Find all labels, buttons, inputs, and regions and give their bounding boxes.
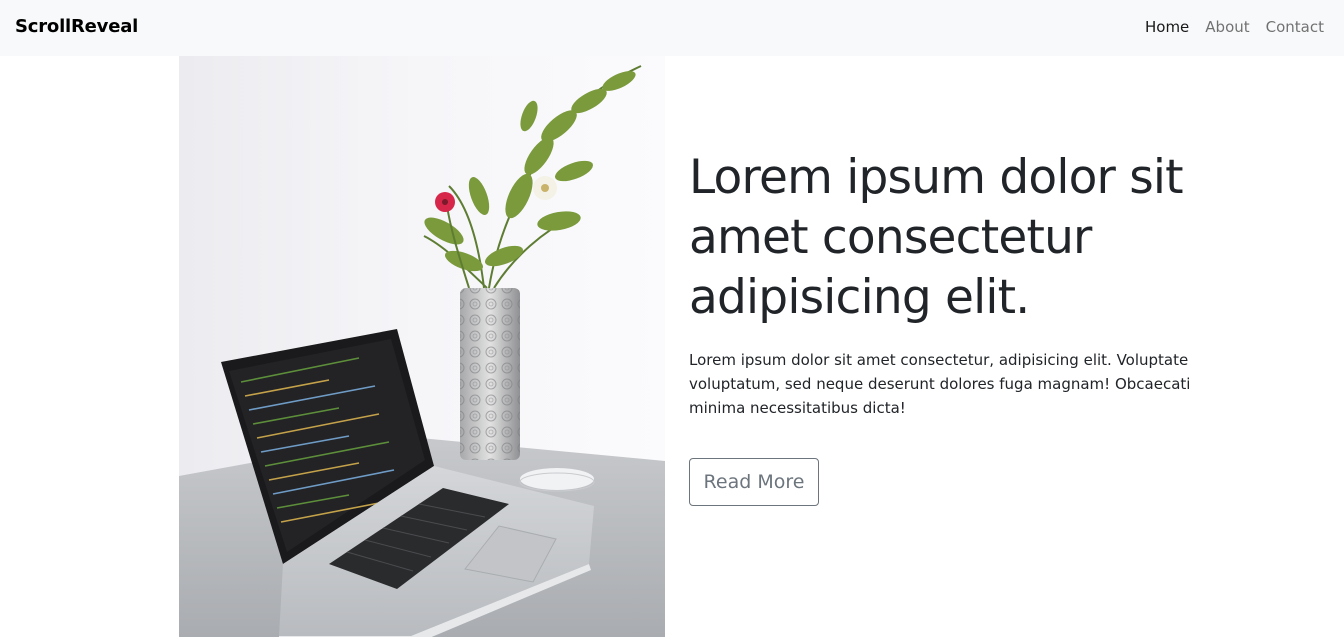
navbar: ScrollReveal Home About Contact xyxy=(0,0,1344,56)
hero-text: Lorem ipsum dolor sit amet consectetur a… xyxy=(689,148,1249,420)
hero-headline: Lorem ipsum dolor sit amet consectetur a… xyxy=(689,150,1184,325)
nav-link-about[interactable]: About xyxy=(1205,18,1249,36)
read-more-button[interactable]: Read More xyxy=(689,458,819,506)
hero-paragraph: Lorem ipsum dolor sit amet consectetur, … xyxy=(689,351,1191,417)
nav-link-home[interactable]: Home xyxy=(1145,18,1189,36)
nav-link-contact[interactable]: Contact xyxy=(1266,18,1324,36)
hero-image xyxy=(179,56,665,637)
brand-logo[interactable]: ScrollReveal xyxy=(15,16,138,37)
nav-links: Home About Contact xyxy=(1145,18,1324,36)
laptop-photo-illustration xyxy=(179,56,665,637)
